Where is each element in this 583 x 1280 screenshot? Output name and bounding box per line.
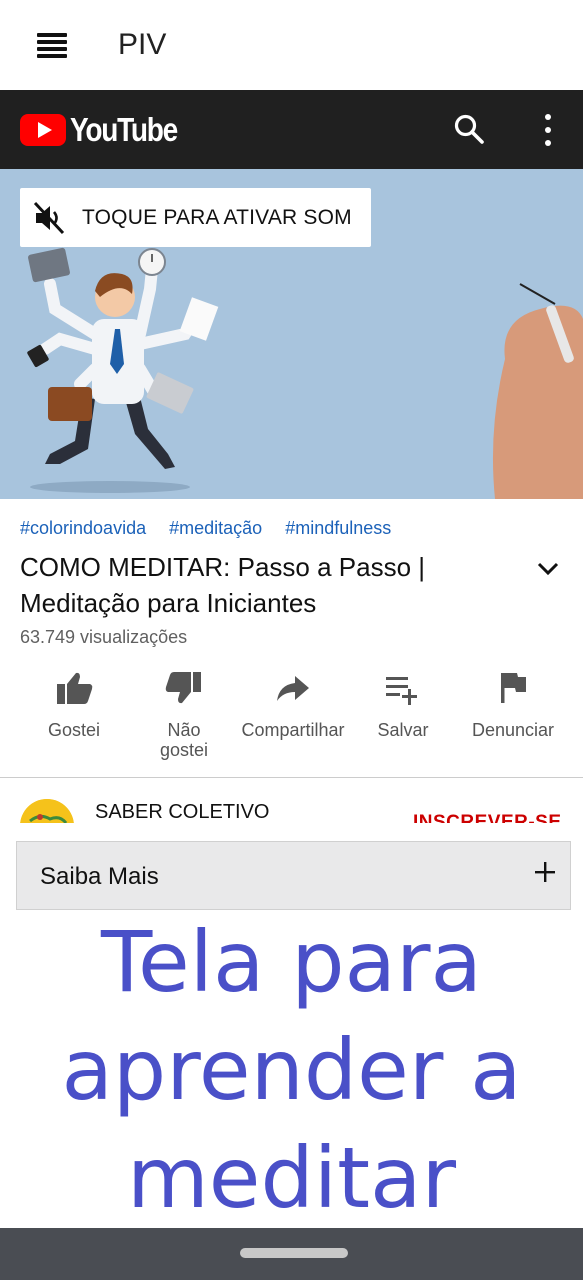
saiba-mais-panel[interactable]: Saiba Mais <box>16 841 571 910</box>
hashtag-link[interactable]: #meditação <box>169 518 262 538</box>
action-label: Salvar <box>377 720 429 740</box>
system-navigation-bar <box>0 1228 583 1280</box>
save-button[interactable]: Salvar <box>348 668 458 740</box>
video-title: COMO MEDITAR: Passo a Passo | Meditação … <box>20 552 426 618</box>
like-button[interactable]: Gostei <box>19 668 129 740</box>
video-player[interactable]: TOQUE PARA ATIVAR SOM <box>0 169 583 499</box>
volume-off-icon <box>33 201 65 234</box>
app-bar: PIV <box>0 0 583 90</box>
report-button[interactable]: Denunciar <box>458 668 568 740</box>
action-label: Compartilhar <box>241 720 345 740</box>
chevron-down-icon[interactable] <box>535 555 561 581</box>
more-options-icon[interactable] <box>541 114 555 146</box>
youtube-logo[interactable]: YouTube <box>20 111 196 148</box>
hashtags: #colorindoavida #meditação #mindfulness <box>20 518 409 539</box>
share-button[interactable]: Compartilhar <box>238 668 348 740</box>
youtube-header: YouTube <box>0 90 583 169</box>
saiba-mais-label: Saiba Mais <box>40 863 159 890</box>
caption-line: Tela para <box>100 913 483 1011</box>
hashtag-link[interactable]: #mindfulness <box>285 518 391 538</box>
action-label: Denunciar <box>471 720 555 740</box>
unmute-label: TOQUE PARA ATIVAR SOM <box>82 205 352 229</box>
flag-icon <box>501 673 526 703</box>
caption-text: Tela para aprender a meditar <box>0 908 583 1232</box>
thumb-up-icon <box>57 672 93 704</box>
thumb-down-icon <box>165 672 201 704</box>
action-label: Não gostei <box>159 720 209 760</box>
caption-line: aprender a <box>61 1021 522 1119</box>
app-title: PIV <box>118 28 167 61</box>
hashtag-link[interactable]: #colorindoavida <box>20 518 146 538</box>
home-gesture-handle[interactable] <box>240 1248 348 1258</box>
playlist-add-icon <box>386 677 417 705</box>
tap-to-unmute-button[interactable]: TOQUE PARA ATIVAR SOM <box>20 188 371 247</box>
youtube-brand-text: YouTube <box>70 111 178 148</box>
dislike-button[interactable]: Não gostei <box>129 668 239 760</box>
caption-line: meditar <box>126 1129 457 1227</box>
youtube-play-icon <box>20 114 66 146</box>
search-icon[interactable] <box>453 113 485 145</box>
action-label: Gostei <box>47 720 101 740</box>
hamburger-menu-icon[interactable] <box>37 33 67 58</box>
plus-icon[interactable] <box>533 860 557 884</box>
view-count: 63.749 visualizações <box>20 627 188 647</box>
divider <box>0 777 583 778</box>
share-icon <box>277 676 309 701</box>
channel-name[interactable]: SABER COLETIVO <box>95 801 270 824</box>
